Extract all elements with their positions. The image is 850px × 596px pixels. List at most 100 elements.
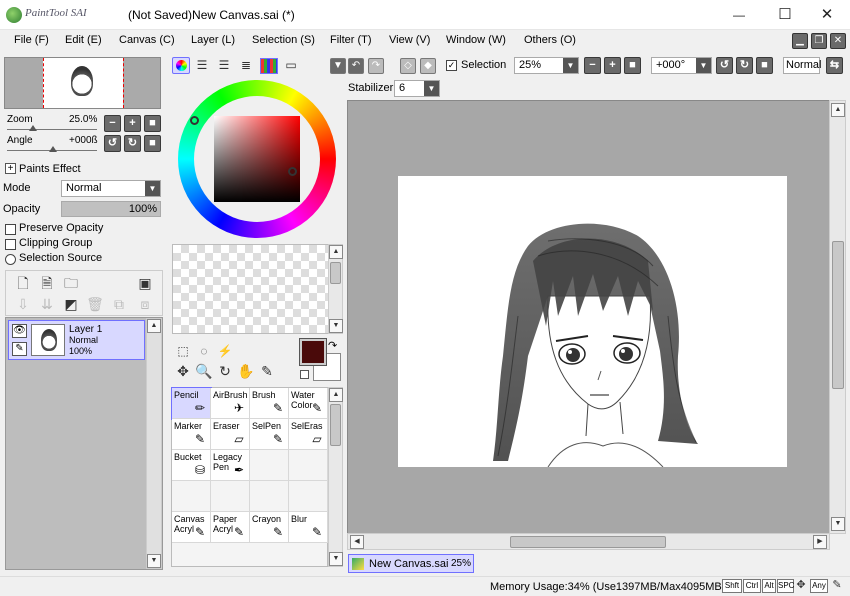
sv-square[interactable] [214, 116, 300, 202]
sv-cursor[interactable] [288, 167, 297, 176]
menu-window[interactable]: Window (W) [446, 34, 506, 46]
rotate-icon[interactable]: ↻ [216, 363, 234, 381]
merge-visible-icon[interactable]: ⧉ [110, 296, 128, 314]
close-button[interactable]: ✕ [804, 0, 850, 30]
menu-layer[interactable]: Layer (L) [191, 34, 235, 46]
invert-selection-button[interactable]: ◆ [420, 58, 436, 74]
transfer-down-icon[interactable]: ⇩ [14, 296, 32, 314]
zoom-slider[interactable] [7, 127, 97, 130]
scroll-down-arrow[interactable]: ▼ [147, 554, 161, 568]
rotate-left-button[interactable]: ↺ [104, 135, 121, 152]
eyedropper-icon[interactable]: ✎ [258, 363, 276, 381]
deselect-button[interactable]: ◇ [400, 58, 416, 74]
canvas-horizontal-thumb[interactable] [510, 536, 666, 548]
tool-airbrush[interactable]: AirBrush ✈ [211, 388, 250, 419]
scroll-down-arrow[interactable]: ▼ [329, 552, 343, 566]
minimize-button[interactable]: — [716, 0, 762, 30]
color-mixer-tab-icon[interactable]: ≣ [237, 57, 255, 75]
flip-view-button[interactable]: ⇆ [826, 57, 843, 74]
zoom-in-button[interactable]: + [124, 115, 141, 132]
opacity-slider[interactable]: 100% [61, 201, 161, 217]
tool-crayon[interactable]: Crayon ✎ [250, 512, 289, 543]
mdi-close-button[interactable]: ✕ [830, 33, 846, 49]
toolbar-rotate-reset-button[interactable]: ■ [756, 57, 773, 74]
canvas-vertical-thumb[interactable] [832, 241, 844, 389]
stabilizer-select[interactable]: 6 ▼ [394, 80, 440, 97]
scratchpad-tab-icon[interactable]: ▭ [282, 57, 300, 75]
toolbar-rotate-left-button[interactable]: ↺ [716, 57, 733, 74]
tool-blur[interactable]: Blur ✎ [289, 512, 328, 543]
scroll-left-arrow[interactable]: ◀ [350, 535, 364, 549]
scroll-up-arrow[interactable]: ▲ [329, 245, 343, 259]
zoom-slider-thumb[interactable] [29, 125, 37, 131]
selection-source-radio[interactable] [5, 254, 16, 265]
paints-effect-expand-icon[interactable]: + [5, 163, 16, 174]
primary-color-swatch[interactable] [299, 338, 327, 366]
tool-seleras[interactable]: SelEras ▱ [289, 419, 328, 450]
mdi-minimize-button[interactable]: ▁ [792, 33, 808, 49]
scroll-right-arrow[interactable]: ▶ [813, 535, 827, 549]
lock-pen-icon[interactable]: ✎ [12, 342, 27, 356]
tool-grid-scroll-thumb[interactable] [330, 404, 341, 446]
view-mode-select[interactable]: Normal [783, 57, 821, 74]
tool-pencil[interactable]: Pencil ✏ [171, 387, 212, 420]
angle-select[interactable]: +000° ▼ [651, 57, 712, 74]
navigator-preview[interactable] [4, 57, 161, 109]
new-linework-layer-icon[interactable]: 🗎 [38, 275, 56, 293]
new-folder-icon[interactable]: 🗀 [62, 275, 80, 293]
toolbar-menu-button[interactable]: ▼ [330, 58, 346, 74]
document-tab[interactable]: New Canvas.sai 25% [348, 554, 474, 573]
reset-colors-icon[interactable] [300, 370, 309, 379]
clear-layer-icon[interactable]: ◩ [62, 296, 80, 314]
toolbar-zoom-reset-button[interactable]: ■ [624, 57, 641, 74]
zoom-select[interactable]: 25% ▼ [514, 57, 579, 74]
scratchpad-scrollbar[interactable]: ▲ ▼ [328, 244, 343, 334]
zoom-reset-button[interactable]: ■ [144, 115, 161, 132]
tool-selpen[interactable]: SelPen ✎ [250, 419, 289, 450]
swatches-tab-icon[interactable] [260, 58, 278, 74]
menu-edit[interactable]: Edit (E) [65, 34, 102, 46]
magic-wand-icon[interactable]: ⚡ [216, 343, 234, 361]
menu-canvas[interactable]: Canvas (C) [119, 34, 175, 46]
lasso-icon[interactable]: ◌ [195, 343, 213, 361]
menu-selection[interactable]: Selection (S) [252, 34, 315, 46]
clipping-group-checkbox[interactable] [5, 239, 16, 250]
rgb-slider-tab-icon[interactable]: ☰ [193, 57, 211, 75]
layer-row[interactable]: 👁 ✎ Layer 1 Normal 100% [8, 320, 145, 360]
toolbar-zoom-in-button[interactable]: + [604, 57, 621, 74]
canvas-vertical-scrollbar[interactable]: ▲ ▼ [829, 100, 846, 534]
hue-cursor[interactable] [190, 116, 199, 125]
scroll-down-arrow[interactable]: ▼ [831, 517, 845, 531]
zoom-icon[interactable]: 🔍 [195, 363, 213, 381]
tool-water-color[interactable]: Water Color ✎ [289, 388, 328, 419]
menu-view[interactable]: View (V) [389, 34, 430, 46]
blend-mode-select[interactable]: Normal ▼ [61, 180, 161, 197]
scroll-up-arrow[interactable]: ▲ [329, 388, 343, 402]
rotate-right-button[interactable]: ↻ [124, 135, 141, 152]
menu-others[interactable]: Others (O) [524, 34, 576, 46]
layer-mask-icon[interactable]: ▣ [136, 275, 154, 293]
tool-bucket[interactable]: Bucket ⛁ [172, 450, 211, 481]
tool-grid-scrollbar[interactable]: ▲ ▼ [328, 387, 343, 567]
tool-paper-acryl[interactable]: Paper Acryl ✎ [211, 512, 250, 543]
mdi-restore-button[interactable]: ❐ [811, 33, 827, 49]
hue-ring[interactable] [178, 80, 336, 238]
tool-canvas-acryl[interactable]: Canvas Acryl ✎ [172, 512, 211, 543]
scratchpad-area[interactable] [172, 244, 329, 334]
hand-icon[interactable]: ✋ [237, 363, 255, 381]
undo-button[interactable]: ↶ [348, 58, 364, 74]
selection-checkbox[interactable]: ✓ [446, 60, 457, 71]
new-layer-icon[interactable]: 🗋 [14, 275, 32, 293]
toolbar-zoom-out-button[interactable]: − [584, 57, 601, 74]
scroll-up-arrow[interactable]: ▲ [147, 319, 161, 333]
toolbar-rotate-right-button[interactable]: ↻ [736, 57, 753, 74]
redo-button[interactable]: ↷ [368, 58, 384, 74]
maximize-button[interactable]: ☐ [762, 0, 808, 30]
menu-file[interactable]: File (F) [14, 34, 49, 46]
tool-brush[interactable]: Brush ✎ [250, 388, 289, 419]
tool-legacy-pen[interactable]: Legacy Pen ✒ [211, 450, 250, 481]
canvas-paper[interactable] [398, 176, 787, 467]
canvas-horizontal-scrollbar[interactable]: ◀ ▶ [347, 533, 830, 550]
tool-marker[interactable]: Marker ✎ [172, 419, 211, 450]
preserve-opacity-checkbox[interactable] [5, 224, 16, 235]
